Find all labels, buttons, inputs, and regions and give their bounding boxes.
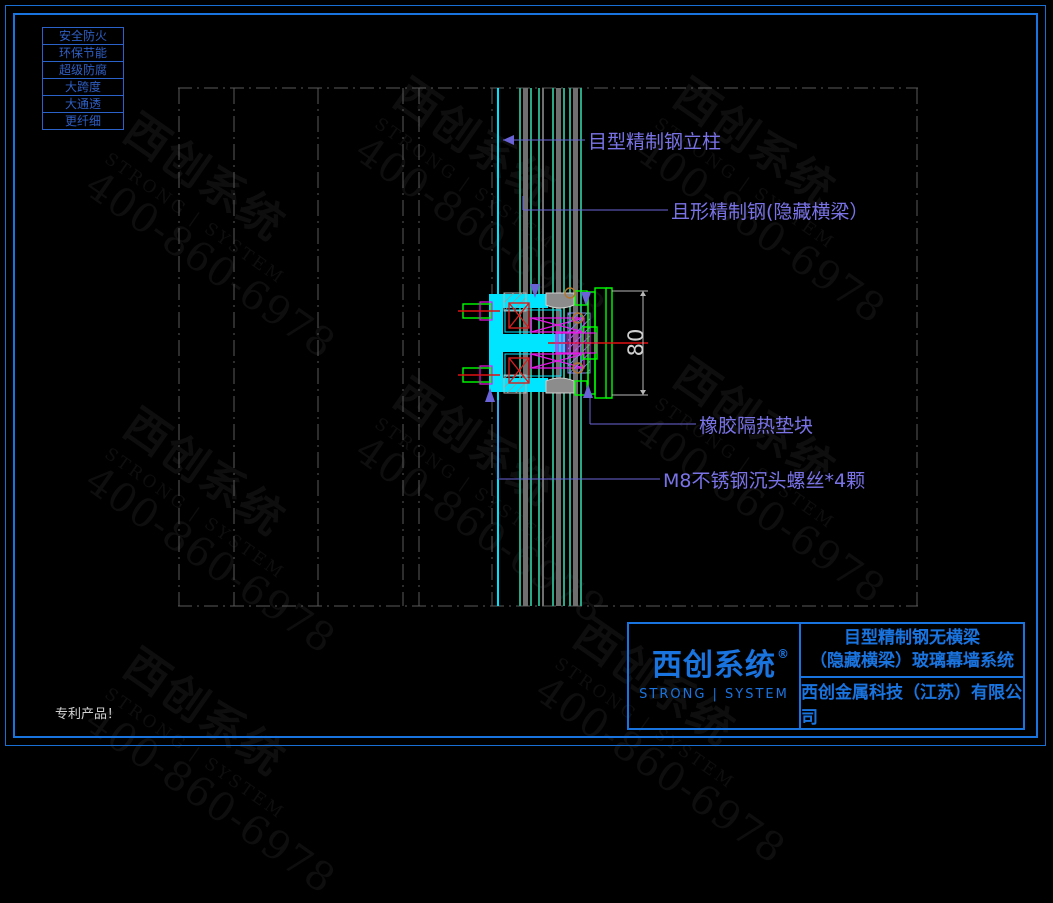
feature-tag[interactable]: 大跨度 [42, 78, 124, 96]
feature-tag[interactable]: 安全防火 [42, 27, 124, 45]
annotation-label-mullion: 目型精制钢立柱 [588, 131, 722, 153]
feature-tag[interactable]: 环保节能 [42, 44, 124, 62]
annotation-label-transom: 且形精制钢(隐藏横梁） [671, 201, 869, 223]
logo-text-en: STRONG | SYSTEM [639, 687, 789, 703]
feature-tag[interactable]: 更纤细 [42, 112, 124, 130]
logo-cn-label: 西创系统 [652, 647, 776, 683]
logo-text-cn: 西创系统 ® [652, 647, 789, 683]
feature-tag-list: 安全防火 环保节能 超级防腐 大跨度 大通透 更纤细 [42, 27, 124, 130]
company-name: 西创金属科技（江苏）有限公司 [801, 683, 1022, 728]
dimension-value: 80 [624, 327, 648, 357]
feature-tag[interactable]: 超级防腐 [42, 61, 124, 79]
title-block: 西创系统 ® STRONG | SYSTEM 目型精制钢无横梁 （隐藏横梁）玻璃幕… [627, 622, 1025, 730]
feature-tag-label: 超级防腐 [58, 63, 107, 77]
feature-tag-label: 环保节能 [58, 46, 107, 60]
feature-tag-label: 更纤细 [64, 114, 101, 128]
title-block-right: 目型精制钢无横梁 （隐藏横梁）玻璃幕墙系统 西创金属科技（江苏）有限公司 [801, 624, 1023, 728]
drawing-title-line1: 目型精制钢无横梁 [844, 628, 980, 649]
drawing-title-line2: （隐藏横梁）玻璃幕墙系统 [810, 651, 1014, 671]
feature-tag-label: 大通透 [64, 97, 101, 111]
feature-tag-label: 安全防火 [58, 29, 107, 43]
company-logo: 西创系统 ® STRONG | SYSTEM [629, 624, 801, 728]
feature-tag[interactable]: 大通透 [42, 95, 124, 113]
patent-note: 专利产品！ [55, 707, 121, 722]
drawing-title: 目型精制钢无横梁 （隐藏横梁）玻璃幕墙系统 [801, 624, 1023, 678]
feature-tag-label: 大跨度 [64, 80, 101, 94]
registered-trademark-icon: ® [777, 646, 790, 661]
annotation-label-rubber-pad: 橡胶隔热垫块 [699, 415, 814, 437]
annotation-label-screw: M8不锈钢沉头螺丝*4颗 [663, 470, 866, 492]
